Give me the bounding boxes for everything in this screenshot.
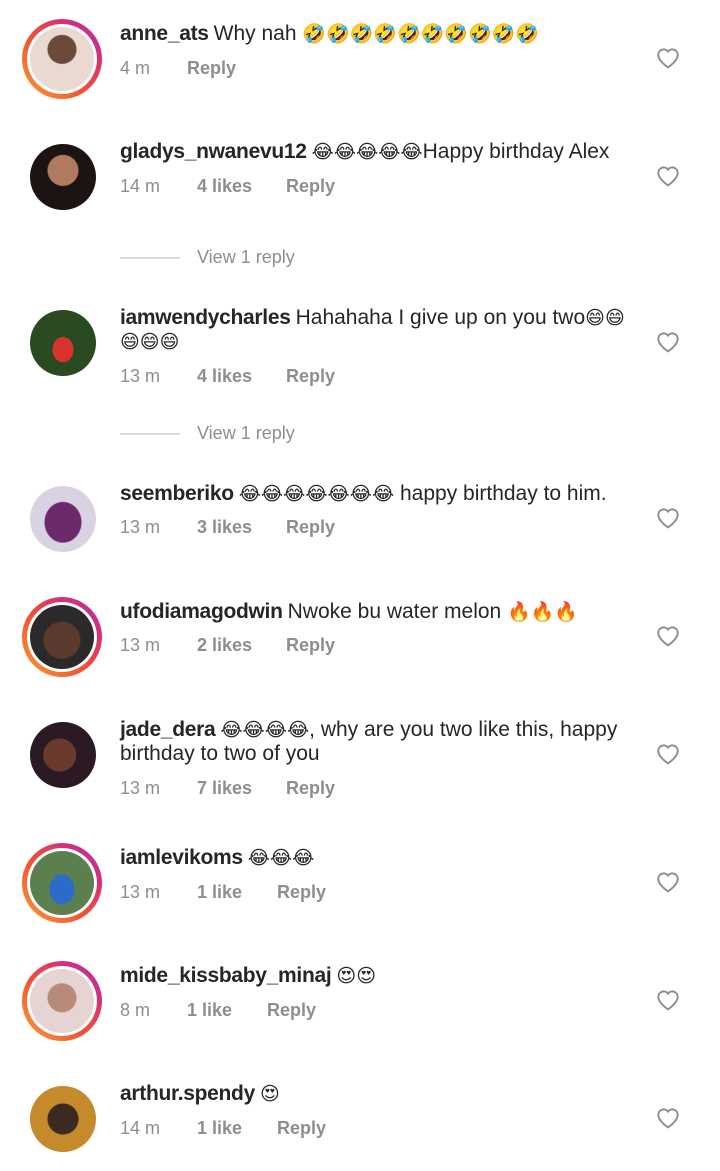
username[interactable]: gladys_nwanevu12	[120, 140, 307, 163]
like-heart-icon[interactable]	[655, 505, 681, 529]
timestamp: 14 m	[120, 176, 161, 196]
like-heart-icon[interactable]	[655, 163, 681, 187]
comment-emoji: 🔥🔥🔥	[507, 601, 579, 623]
like-heart-icon[interactable]	[655, 987, 681, 1011]
avatar[interactable]	[22, 961, 102, 1041]
avatar[interactable]	[30, 1086, 96, 1152]
timestamp: 13 m	[120, 366, 161, 386]
like-heart-icon[interactable]	[655, 1105, 681, 1129]
username[interactable]: anne_ats	[120, 22, 209, 45]
comment-emoji: 😄😄😄	[120, 331, 180, 353]
comment-text: Happy birthday Alex	[422, 140, 610, 163]
avatar[interactable]	[30, 486, 96, 552]
divider	[120, 257, 180, 260]
timestamp: 13 m	[120, 635, 161, 655]
reply-button[interactable]: Reply	[286, 635, 335, 656]
username[interactable]: ufodiamagodwin	[120, 600, 283, 623]
likes-count[interactable]: 4 likes	[197, 366, 286, 387]
view-replies-button[interactable]: View 1 reply	[120, 247, 295, 268]
timestamp: 14 m	[120, 1118, 161, 1138]
comment-emoji: 😂😂😂😂😂😂😂	[238, 483, 395, 505]
like-heart-icon[interactable]	[655, 869, 681, 893]
username[interactable]: mide_kissbaby_minaj	[120, 964, 332, 987]
username[interactable]: iamlevikoms	[120, 846, 243, 869]
avatar[interactable]	[30, 310, 96, 376]
like-heart-icon[interactable]	[655, 741, 681, 765]
comment-text: happy birthday to him.	[394, 482, 607, 505]
reply-button[interactable]: Reply	[277, 1118, 326, 1139]
comment-text: Hahahaha I give up on you two	[295, 306, 586, 329]
comment-emoji: 🤣🤣🤣🤣🤣🤣🤣🤣🤣🤣	[302, 23, 539, 45]
reply-button[interactable]: Reply	[286, 176, 335, 197]
reply-button[interactable]: Reply	[286, 366, 335, 387]
likes-count[interactable]: 1 like	[197, 1118, 277, 1139]
likes-count[interactable]: 4 likes	[197, 176, 286, 197]
likes-count[interactable]: 1 like	[197, 882, 277, 903]
username[interactable]: arthur.spendy	[120, 1082, 255, 1105]
username[interactable]: iamwendycharles	[120, 306, 291, 329]
comment-emoji: 😍😍	[336, 965, 377, 987]
username[interactable]: seemberiko	[120, 482, 234, 505]
avatar[interactable]	[22, 597, 102, 677]
comment-text: birthday to two of you	[120, 742, 320, 765]
likes-count[interactable]: 2 likes	[197, 635, 286, 656]
avatar[interactable]	[22, 19, 102, 99]
avatar[interactable]	[30, 144, 96, 210]
timestamp: 13 m	[120, 517, 161, 537]
avatar[interactable]	[22, 843, 102, 923]
like-heart-icon[interactable]	[655, 623, 681, 647]
comment-emoji: 😂😂😂😂😂	[311, 141, 423, 163]
comment-text: , why are you two like this, happy	[309, 718, 618, 741]
reply-button[interactable]: Reply	[267, 1000, 316, 1021]
comment-text: Nwoke bu water melon	[287, 600, 502, 623]
avatar[interactable]	[30, 722, 96, 788]
comment-emoji: 😂😂😂	[247, 847, 315, 869]
comment-emoji: 😍	[259, 1083, 280, 1105]
like-heart-icon[interactable]	[655, 329, 681, 353]
timestamp: 13 m	[120, 882, 161, 902]
reply-button[interactable]: Reply	[286, 778, 335, 799]
likes-count[interactable]: 7 likes	[197, 778, 286, 799]
likes-count[interactable]: 3 likes	[197, 517, 286, 538]
view-replies-button[interactable]: View 1 reply	[120, 423, 295, 444]
like-heart-icon[interactable]	[655, 45, 681, 69]
timestamp: 4 m	[120, 58, 151, 78]
username[interactable]: jade_dera	[120, 718, 216, 741]
reply-button[interactable]: Reply	[277, 882, 326, 903]
divider	[120, 433, 180, 436]
likes-count[interactable]: 1 like	[187, 1000, 267, 1021]
reply-button[interactable]: Reply	[286, 517, 335, 538]
comment-emoji: 😂😂😂😂	[220, 719, 310, 741]
comment-emoji: 😄😄	[585, 307, 625, 329]
timestamp: 13 m	[120, 778, 161, 798]
timestamp: 8 m	[120, 1000, 151, 1020]
reply-button[interactable]: Reply	[187, 58, 236, 79]
comment-text: Why nah	[213, 22, 297, 45]
